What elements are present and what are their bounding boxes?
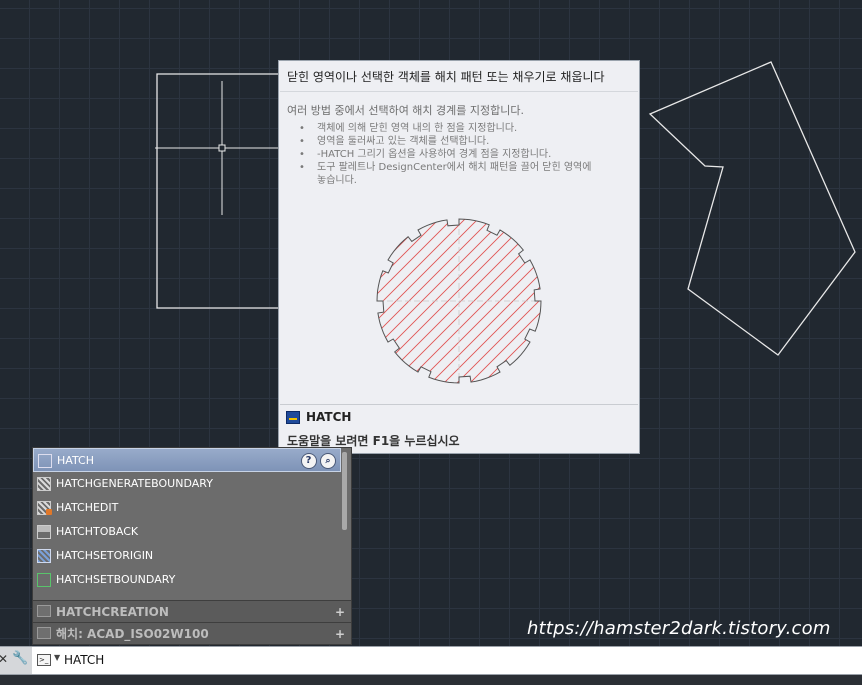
hatch-line xyxy=(377,219,406,383)
tooltip-bullet-continued: 놓습니다. xyxy=(299,174,631,187)
autocomplete-scrollbar[interactable] xyxy=(342,452,347,530)
command-tooltip: 닫힌 영역이나 선택한 객체를 해치 패턴 또는 채우기로 채웁니다 여러 방법… xyxy=(278,60,640,454)
hatch-line xyxy=(543,201,639,401)
section-label: HATCHCREATION xyxy=(56,605,169,619)
hatch-line xyxy=(377,219,380,383)
hatch-line xyxy=(556,201,639,401)
chevron-down-icon[interactable]: ▼ xyxy=(54,653,60,662)
hatch-line xyxy=(608,201,639,401)
tooltip-bullet-list: 객체에 의해 닫힌 영역 내의 한 점을 지정합니다. 영역을 둘러싸고 있는 … xyxy=(299,122,631,187)
hatch-generate-boundary-icon xyxy=(37,477,51,491)
hatch-line xyxy=(634,201,639,401)
autocomplete-item-label: HATCH xyxy=(57,454,94,467)
hatch-line xyxy=(529,219,541,383)
wrench-icon[interactable]: 🔧 xyxy=(12,651,28,666)
autocomplete-list: HATCH ? ⌕ HATCHGENERATEBOUNDARY HATCHEDI… xyxy=(33,448,341,598)
command-input[interactable] xyxy=(64,651,764,669)
hatch-set-origin-icon xyxy=(37,549,51,563)
hatch-to-back-icon xyxy=(37,525,51,539)
blog-watermark: https://hamster2dark.tistory.com xyxy=(527,618,831,639)
command-line-bar: ✕ 🔧 >_ ▼ xyxy=(0,646,862,675)
tooltip-footer-divider xyxy=(280,404,638,405)
command-prompt-icon[interactable]: >_ xyxy=(37,654,51,666)
hatch-line xyxy=(595,201,639,401)
tooltip-bullet: 영역을 둘러싸고 있는 객체를 선택합니다. xyxy=(299,135,631,148)
autocomplete-section-hatchcreation[interactable]: HATCHCREATION + xyxy=(33,600,351,622)
autocomplete-item-hatch[interactable]: HATCH ? ⌕ xyxy=(33,448,341,472)
autocomplete-item-hatchsetorigin[interactable]: HATCHSETORIGIN xyxy=(33,544,341,568)
command-line-icon xyxy=(286,411,300,424)
tooltip-divider xyxy=(280,91,638,92)
hatch-icon xyxy=(38,454,52,468)
hatch-illustration xyxy=(376,201,639,401)
autocomplete-item-hatchtoback[interactable]: HATCHTOBACK xyxy=(33,520,341,544)
tooltip-bullet: 도구 팔레트나 DesignCenter에서 해치 패턴을 끌어 닫힌 영역에 xyxy=(299,161,631,174)
hatch-line xyxy=(377,219,393,383)
hatch-pattern-icon xyxy=(37,627,51,639)
autocomplete-item-hatchsetboundary[interactable]: HATCHSETBOUNDARY xyxy=(33,568,341,592)
hatch-edit-icon xyxy=(37,501,52,515)
close-icon[interactable]: ✕ xyxy=(0,652,8,666)
expand-icon[interactable]: + xyxy=(335,601,345,623)
tooltip-bullet-continuation: 놓습니다. xyxy=(317,175,357,186)
hatch-set-boundary-icon xyxy=(37,573,51,587)
help-button[interactable]: ? xyxy=(300,453,317,469)
autocomplete-item-hatchgenerateboundary[interactable]: HATCHGENERATEBOUNDARY xyxy=(33,472,341,496)
section-label: 해치: ACAD_ISO02W100 xyxy=(56,627,209,641)
autocomplete-item-label: HATCHSETBOUNDARY xyxy=(56,573,176,586)
command-line-handle: ✕ 🔧 xyxy=(0,647,32,674)
crosshair-pickbox xyxy=(218,144,226,152)
tooltip-bullet: -HATCH 그리기 옵션을 사용하여 경계 점을 지정합니다. xyxy=(299,148,631,161)
autocomplete-section-hatch-pattern[interactable]: 해치: ACAD_ISO02W100 + xyxy=(33,622,351,644)
hatch-line xyxy=(621,201,639,401)
autocomplete-item-label: HATCHTOBACK xyxy=(56,525,139,538)
command-autocomplete-panel: HATCH ? ⌕ HATCHGENERATEBOUNDARY HATCHEDI… xyxy=(32,447,352,645)
tooltip-command-name: HATCH xyxy=(306,410,352,424)
expand-icon[interactable]: + xyxy=(335,623,345,645)
autocomplete-item-hatchedit[interactable]: HATCHEDIT xyxy=(33,496,341,520)
system-variable-icon xyxy=(37,605,51,617)
polygon-object xyxy=(648,61,856,356)
hatch-line xyxy=(582,201,639,401)
autocomplete-item-label: HATCHSETORIGIN xyxy=(56,549,154,562)
search-icon[interactable]: ⌕ xyxy=(320,453,336,469)
tooltip-title: 닫힌 영역이나 선택한 객체를 해치 패턴 또는 채우기로 채웁니다 xyxy=(287,70,605,84)
autocomplete-item-label: HATCHEDIT xyxy=(56,501,119,514)
hatch-line xyxy=(569,201,639,401)
tooltip-description: 여러 방법 중에서 선택하여 해치 경계를 지정합니다. xyxy=(287,104,524,117)
status-bar-strip xyxy=(0,675,862,685)
rectangle-object xyxy=(156,73,280,309)
autocomplete-item-label: HATCHGENERATEBOUNDARY xyxy=(56,477,213,490)
tooltip-bullet: 객체에 의해 닫힌 영역 내의 한 점을 지정합니다. xyxy=(299,122,631,135)
